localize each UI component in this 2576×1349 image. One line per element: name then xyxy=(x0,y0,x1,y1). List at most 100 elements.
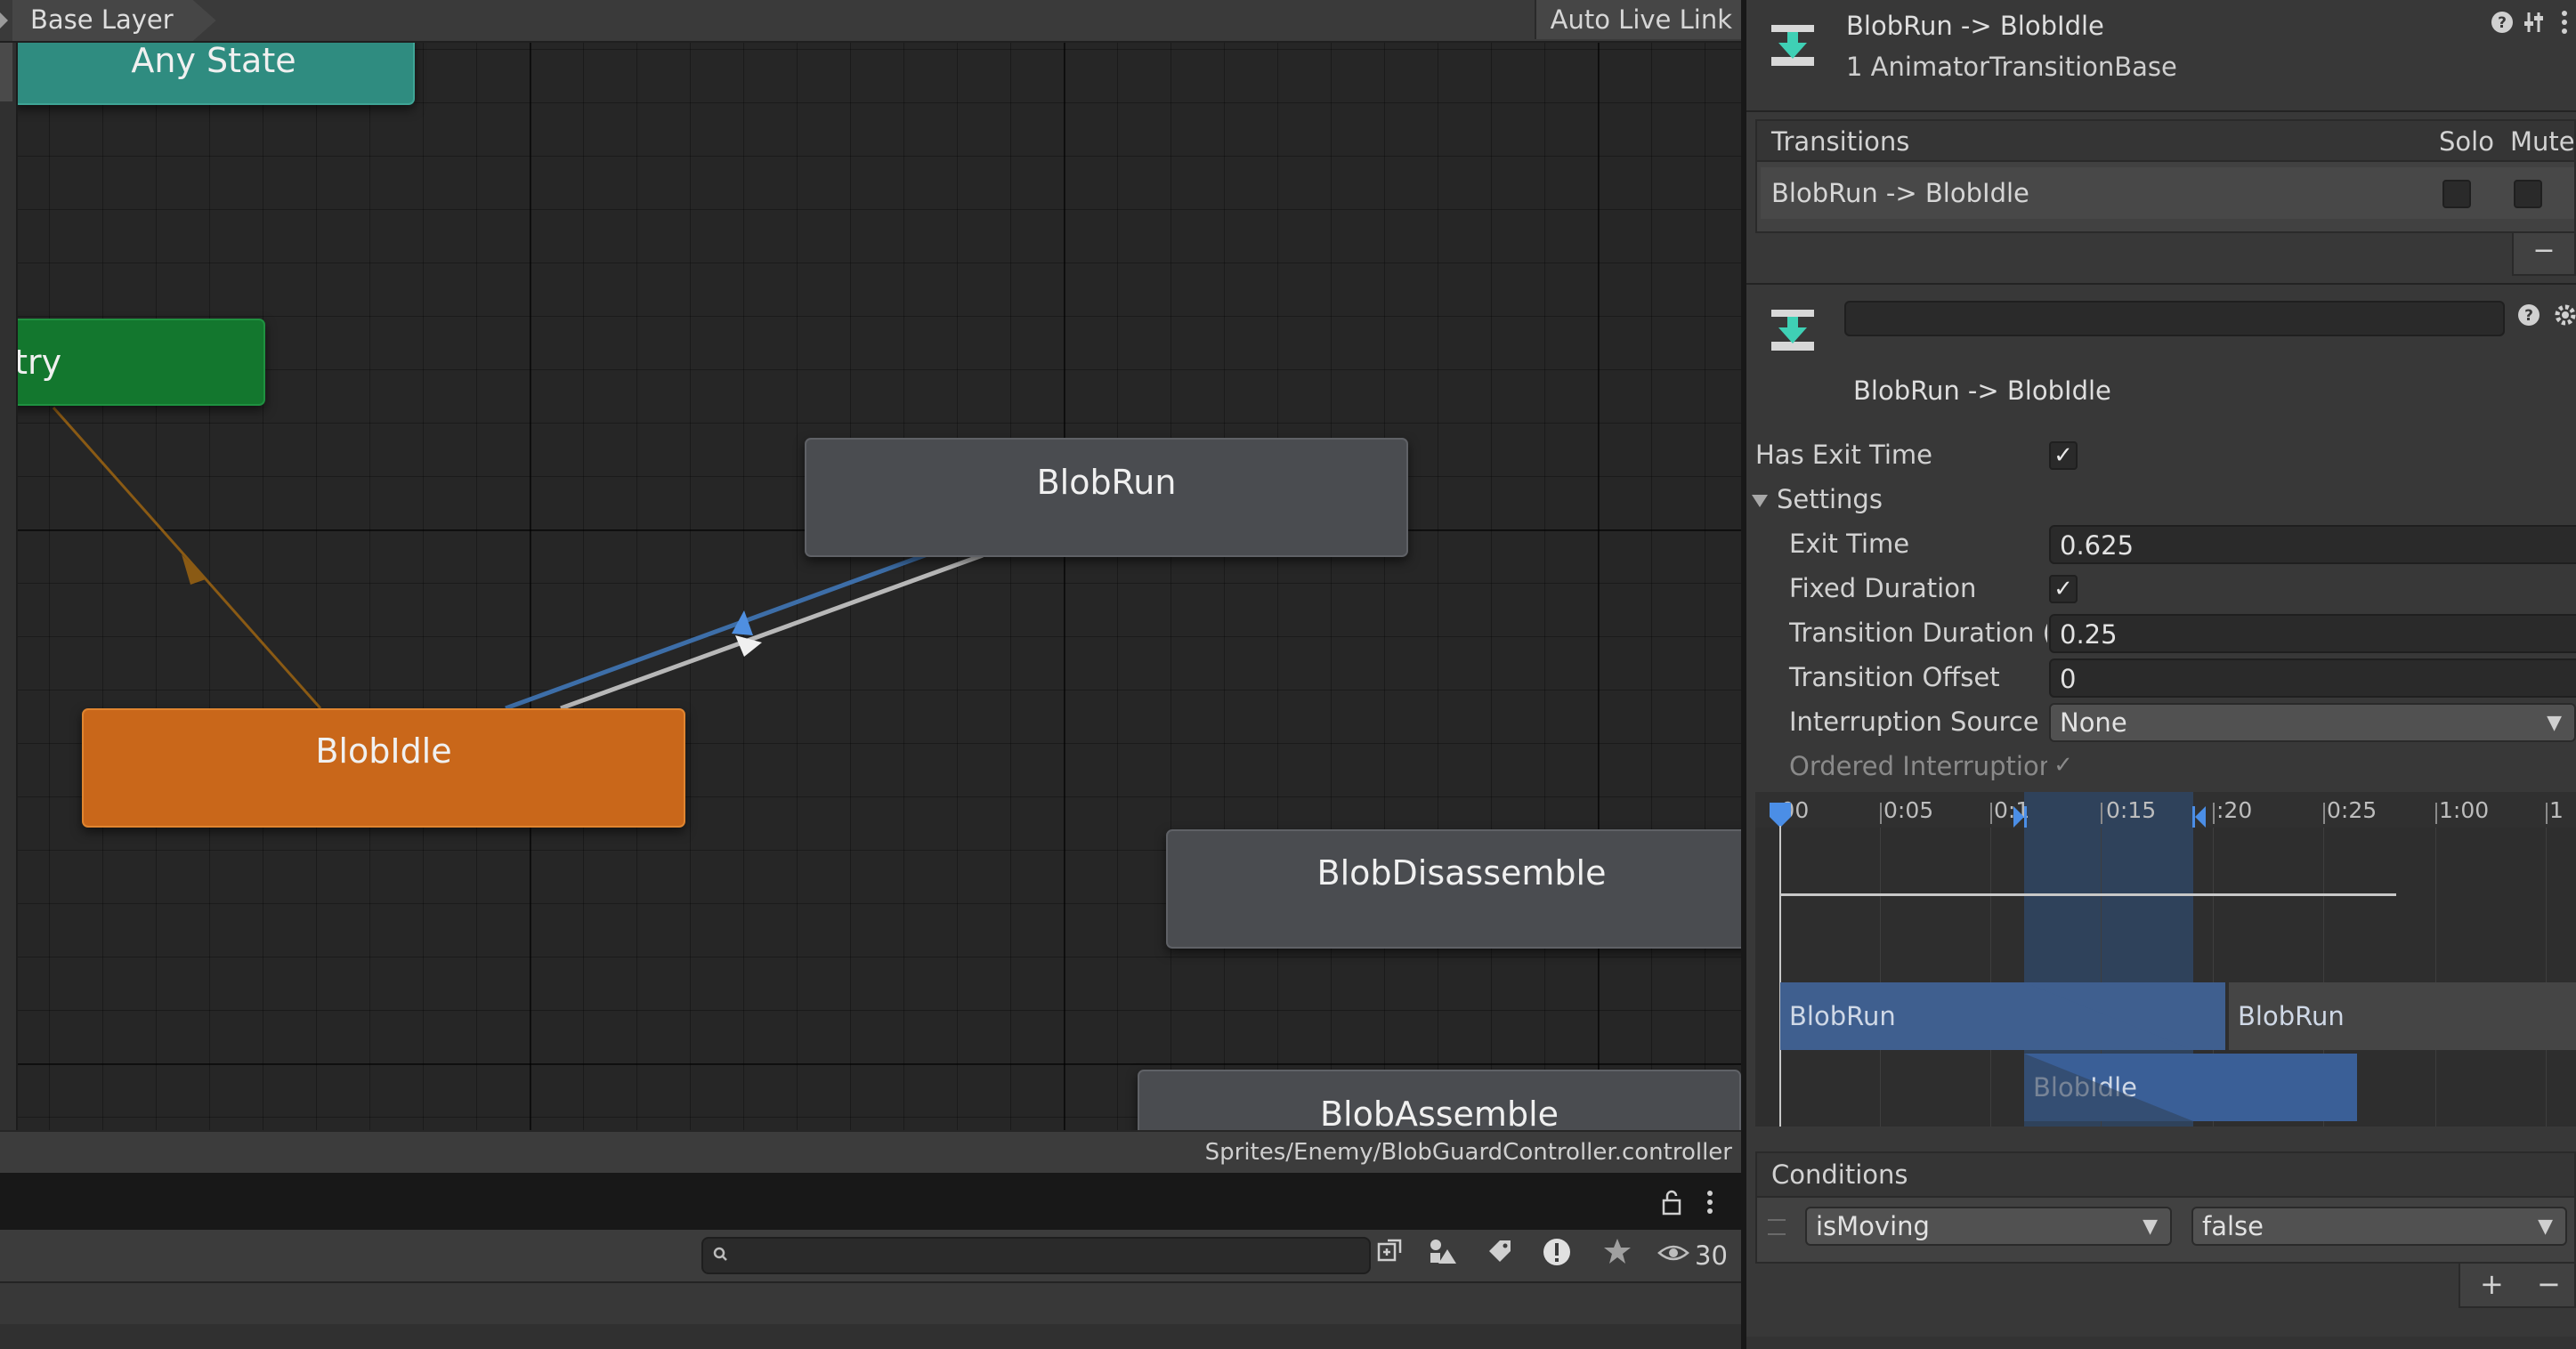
layers-panel-edge[interactable] xyxy=(0,43,18,1130)
settings-foldout-icon[interactable] xyxy=(1752,495,1768,507)
panel-handle[interactable] xyxy=(0,43,12,101)
transition-duration-label: Transition Duration ( xyxy=(1789,618,2047,648)
divider xyxy=(1746,283,2576,285)
label-filter-icon[interactable] xyxy=(1481,1237,1519,1274)
remove-condition-button[interactable]: − xyxy=(2537,1267,2561,1301)
solo-checkbox[interactable] xyxy=(2442,180,2471,208)
interruption-source-label: Interruption Source xyxy=(1789,707,2039,737)
breadcrumb-base-layer[interactable]: Base Layer xyxy=(12,0,216,41)
fixed-duration-label: Fixed Duration xyxy=(1789,573,1977,603)
weight-curve xyxy=(1780,893,2396,896)
transition-name-field[interactable] xyxy=(1844,301,2505,336)
transition-offset-label: Transition Offset xyxy=(1789,662,2000,692)
expand-arrow-icon[interactable] xyxy=(0,12,8,28)
condition-parameter-value: isMoving xyxy=(1816,1211,1930,1241)
breadcrumb: Base Layer Auto Live Link xyxy=(0,0,1741,43)
interruption-source-value: None xyxy=(2060,707,2127,738)
ordered-interruption-checkbox: ✓ xyxy=(2054,752,2073,779)
transition-icon xyxy=(1768,303,1818,352)
condition-parameter-dropdown[interactable]: isMoving ▼ xyxy=(1805,1207,2172,1246)
lock-icon[interactable] xyxy=(1659,1189,1684,1222)
svg-text:?: ? xyxy=(2524,307,2533,325)
chevron-down-icon: ▼ xyxy=(2547,712,2562,734)
transition-row[interactable]: BlobRun -> BlobIdle xyxy=(1761,167,2574,219)
tick xyxy=(2213,803,2215,824)
gear-icon[interactable] xyxy=(2553,303,2576,334)
tick xyxy=(2323,803,2325,824)
transition-offset-field[interactable]: 0 xyxy=(2049,658,2576,698)
tick-label: 0:05 xyxy=(1883,797,1934,823)
solo-column: Solo xyxy=(2439,126,2494,157)
create-icon[interactable] xyxy=(1371,1237,1408,1274)
condition-value: false xyxy=(2202,1211,2264,1241)
tick xyxy=(2101,803,2102,824)
exit-time-field[interactable]: 0.625 xyxy=(2049,525,2576,564)
eye-icon[interactable] xyxy=(1656,1237,1691,1274)
condition-value-dropdown[interactable]: false ▼ xyxy=(2191,1207,2567,1246)
timeline-grid xyxy=(1990,828,1991,1127)
inspector-subtitle: 1 AnimatorTransitionBase xyxy=(1846,52,2177,82)
mute-checkbox[interactable] xyxy=(2514,180,2542,208)
graph-footer: Sprites/Enemy/BlobGuardController.contro… xyxy=(0,1130,1741,1175)
add-condition-button[interactable]: + xyxy=(2480,1267,2504,1301)
svg-text:?: ? xyxy=(2498,14,2507,32)
tick xyxy=(1880,803,1882,824)
remove-transition-button[interactable]: − xyxy=(2512,233,2576,276)
tick-label: 0:15 xyxy=(2106,797,2157,823)
blob-assemble-state[interactable]: BlobAssemble xyxy=(1138,1070,1741,1130)
dest-blend-wedge xyxy=(2024,1054,2193,1121)
warning-filter-icon[interactable] xyxy=(1538,1237,1576,1274)
transition-end-marker-icon[interactable] xyxy=(2191,804,2207,836)
source-state-loop-bar[interactable]: BlobRun xyxy=(2229,982,2576,1050)
transition-row-name: BlobRun -> BlobIdle xyxy=(1771,178,2029,208)
fixed-duration-checkbox[interactable]: ✓ xyxy=(2049,575,2078,603)
transition-timeline[interactable]: :00 0:05 0:1 0:15 :20 0:25 1:00 1 BlobRu… xyxy=(1755,792,2576,1127)
entry-transition-line[interactable] xyxy=(52,407,322,709)
conditions-list: isMoving ▼ false ▼ xyxy=(1755,1198,2576,1264)
chevron-down-icon: ▼ xyxy=(2143,1216,2158,1238)
blob-idle-state[interactable]: BlobIdle xyxy=(82,708,685,828)
entry-node[interactable]: ntry xyxy=(0,319,265,406)
blob-run-state[interactable]: BlobRun xyxy=(805,438,1408,557)
more-icon[interactable] xyxy=(1705,1189,1714,1222)
search-icon xyxy=(712,1242,728,1271)
tick xyxy=(1990,803,1992,824)
tick-label: 0:25 xyxy=(2327,797,2378,823)
favorite-icon[interactable] xyxy=(1599,1237,1636,1274)
search-box[interactable] xyxy=(701,1237,1371,1274)
controller-path: Sprites/Enemy/BlobGuardController.contro… xyxy=(1204,1139,1732,1166)
hidden-package-count: 30 xyxy=(1695,1240,1728,1271)
has-exit-time-checkbox[interactable]: ✓ xyxy=(2049,441,2078,470)
any-state-node[interactable]: Any State xyxy=(12,34,415,105)
auto-live-link-button[interactable]: Auto Live Link xyxy=(1534,0,1741,39)
settings-foldout[interactable]: Settings xyxy=(1777,484,1883,514)
more-options-icon[interactable] xyxy=(2560,9,2569,42)
playhead-line xyxy=(1779,826,1781,1127)
search-input[interactable] xyxy=(739,1239,1321,1272)
tick xyxy=(2435,803,2437,824)
ordered-interruption-label: Ordered Interruption xyxy=(1789,751,2047,781)
help-icon[interactable]: ? xyxy=(2491,11,2514,40)
timeline-grid xyxy=(2546,828,2547,1127)
transition-line[interactable] xyxy=(560,553,984,711)
transitions-list: BlobRun -> BlobIdle xyxy=(1755,162,2576,233)
drag-handle-icon[interactable] xyxy=(1768,1219,1786,1235)
transition-start-marker-icon[interactable] xyxy=(2012,804,2028,836)
blob-disassemble-state[interactable]: BlobDisassemble xyxy=(1166,829,1741,949)
selected-transition-line[interactable] xyxy=(505,549,936,711)
preset-icon[interactable] xyxy=(2523,9,2548,42)
animator-graph[interactable]: Any State ntry BlobRun BlobIdle BlobDisa… xyxy=(0,0,1741,1130)
mute-column: Mute xyxy=(2510,126,2575,157)
inspector-bottom xyxy=(1746,1337,2576,1349)
interruption-source-dropdown[interactable]: None ▼ xyxy=(2049,703,2576,742)
tick-label: :20 xyxy=(2216,797,2253,823)
transitions-title: Transitions xyxy=(1771,126,1910,157)
conditions-footer: + − xyxy=(2459,1264,2576,1308)
project-strip xyxy=(0,1324,1741,1349)
transition-duration-field[interactable]: 0.25 xyxy=(2049,614,2576,653)
project-toolbar: 30 xyxy=(0,1230,1741,1283)
transition-arrows xyxy=(52,407,984,711)
type-filter-icon[interactable] xyxy=(1424,1237,1462,1274)
help-icon[interactable]: ? xyxy=(2517,303,2540,333)
entry-transition-arrow xyxy=(182,554,206,585)
